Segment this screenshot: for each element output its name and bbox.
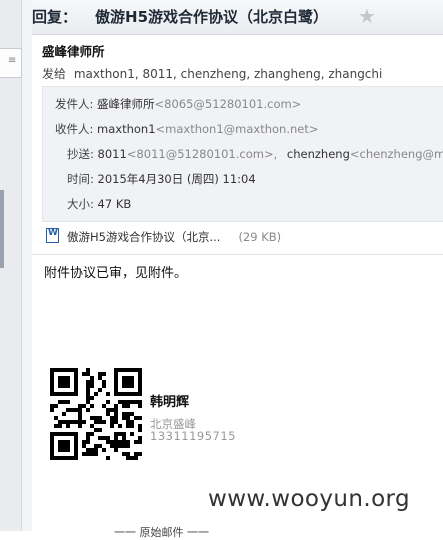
sender-display-name[interactable]: 盛峰律师所 [42,41,105,60]
email-details-box: 发件人: 盛峰律师所<8065@51280101.com> 收件人: maxth… [42,86,443,222]
attachment-name[interactable]: 傲游H5游戏合作协议（北京... [67,230,220,244]
email-body-text: 附件协议已审，见附件。 [44,266,188,281]
send-to-line: 发给 maxthon1, 8011, chenzheng, zhangheng,… [42,65,382,82]
to-email[interactable]: <maxthon1@maxthon.net> [156,122,319,136]
subject-header-bar: 回复： 傲游H5游戏合作协议（北京白鹭） ★ [32,0,443,35]
subject-text: 傲游H5游戏合作协议（北京白鹭） [95,8,329,26]
size-label: 大小: [67,197,94,211]
size-value: 47 KB [97,197,132,211]
cc-email-2[interactable]: <chenzheng@ma [350,147,443,161]
signature-name: 韩明辉 [150,395,190,410]
send-to-recipients[interactable]: maxthon1, 8011, chenzheng, zhangheng, zh… [74,67,383,81]
email-reading-pane: 回复： 傲游H5游戏合作协议（北京白鹭） ★ 盛峰律师所 发给 maxthon1,… [32,0,443,539]
time-row: 时间: 2015年4月30日 (周四) 11:04 [67,171,256,187]
cc-email-1[interactable]: <8011@51280101.com>, [127,147,277,161]
attachment-item[interactable]: 傲游H5游戏合作协议（北京... (29 KB) [46,228,281,245]
cc-name-1[interactable]: 8011 [98,147,127,161]
signature-phone: 13311195715 [150,429,236,443]
active-mail-indicator [0,190,4,268]
size-row: 大小: 47 KB [67,196,131,212]
from-email[interactable]: <8065@51280101.com> [155,97,302,111]
time-label: 时间: [67,172,94,186]
to-label: 收件人: [55,122,94,136]
to-name[interactable]: maxthon1 [97,122,156,136]
watermark-text: www.wooyun.org [208,486,410,512]
cc-row: 抄送: 8011<8011@51280101.com>, chenzheng<c… [67,146,443,162]
header-body-divider [32,254,443,255]
subject-prefix: 回复： [32,8,78,26]
left-app-strip: ≡ [0,0,33,531]
from-row: 发件人: 盛峰律师所<8065@51280101.com> [55,96,301,112]
from-label: 发件人: [55,97,94,111]
star-icon[interactable]: ★ [358,4,376,28]
cc-name-2[interactable]: chenzheng [287,147,350,161]
from-name[interactable]: 盛峰律师所 [97,97,155,111]
word-document-icon [46,228,59,243]
email-subject: 回复： 傲游H5游戏合作协议（北京白鹭） [32,6,328,27]
cc-label: 抄送: [67,147,94,161]
to-row: 收件人: maxthon1<maxthon1@maxthon.net> [55,121,319,137]
menu-icon[interactable]: ≡ [8,55,16,66]
send-to-label: 发给 [42,67,67,81]
attachment-size: (29 KB) [238,230,282,244]
original-mail-divider-text: 一一 原始邮件 一一 [114,526,209,539]
time-value: 2015年4月30日 (周四) 11:04 [97,172,256,186]
qr-code-image [50,368,142,460]
